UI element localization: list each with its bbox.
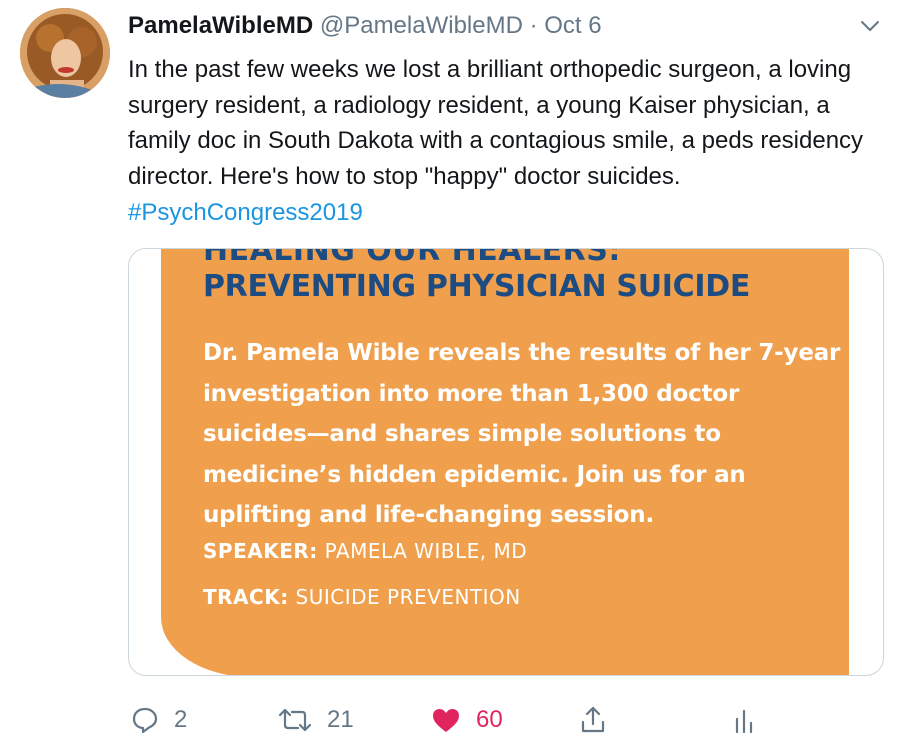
media-card[interactable]: HEALING OUR HEALERS: PREVENTING PHYSICIA… — [128, 248, 884, 676]
retweet-button[interactable]: 21 — [277, 700, 354, 740]
tweet: PamelaWibleMD @PamelaWibleMD · Oct 6 In … — [0, 0, 900, 753]
share-button[interactable] — [578, 700, 608, 740]
poster-speaker: SPEAKER: PAMELA WIBLE, MD — [203, 539, 527, 563]
tweet-body: In the past few weeks we lost a brillian… — [128, 56, 864, 191]
analytics-button[interactable] — [732, 700, 756, 740]
retweet-icon — [278, 708, 312, 732]
poster-track: TRACK: SUICIDE PREVENTION — [203, 585, 521, 609]
poster-title: PREVENTING PHYSICIAN SUICIDE — [203, 269, 751, 304]
reply-button[interactable]: 2 — [130, 700, 187, 740]
tweet-date[interactable]: Oct 6 — [544, 12, 601, 39]
retweet-count: 21 — [327, 706, 354, 733]
poster-image: HEALING OUR HEALERS: PREVENTING PHYSICIA… — [161, 248, 849, 675]
tweet-text: In the past few weeks we lost a brillian… — [128, 52, 868, 231]
avatar-image — [20, 8, 110, 98]
like-button[interactable]: 60 — [430, 700, 503, 740]
reply-icon — [132, 707, 158, 734]
speaker-value: PAMELA WIBLE, MD — [317, 539, 528, 563]
like-count: 60 — [476, 706, 503, 733]
action-bar: 2 21 60 — [0, 700, 900, 740]
poster-description: Dr. Pamela Wible reveals the results of … — [203, 340, 841, 528]
chevron-down-icon[interactable] — [858, 16, 882, 36]
user-handle[interactable]: @PamelaWibleMD — [320, 12, 523, 39]
track-value: SUICIDE PREVENTION — [288, 585, 521, 609]
avatar[interactable] — [20, 8, 110, 98]
share-icon — [581, 706, 605, 733]
separator-dot: · — [529, 12, 538, 39]
reply-count: 2 — [174, 706, 188, 733]
heart-icon — [433, 709, 459, 732]
analytics-icon — [735, 709, 753, 734]
speaker-label: SPEAKER: — [203, 539, 318, 563]
poster-top-cut-text: HEALING OUR HEALERS: — [203, 248, 621, 268]
tweet-header: PamelaWibleMD @PamelaWibleMD · Oct 6 — [128, 11, 602, 41]
display-name[interactable]: PamelaWibleMD — [128, 12, 313, 39]
track-label: TRACK: — [203, 585, 289, 609]
hashtag-link[interactable]: #PsychCongress2019 — [128, 199, 363, 226]
